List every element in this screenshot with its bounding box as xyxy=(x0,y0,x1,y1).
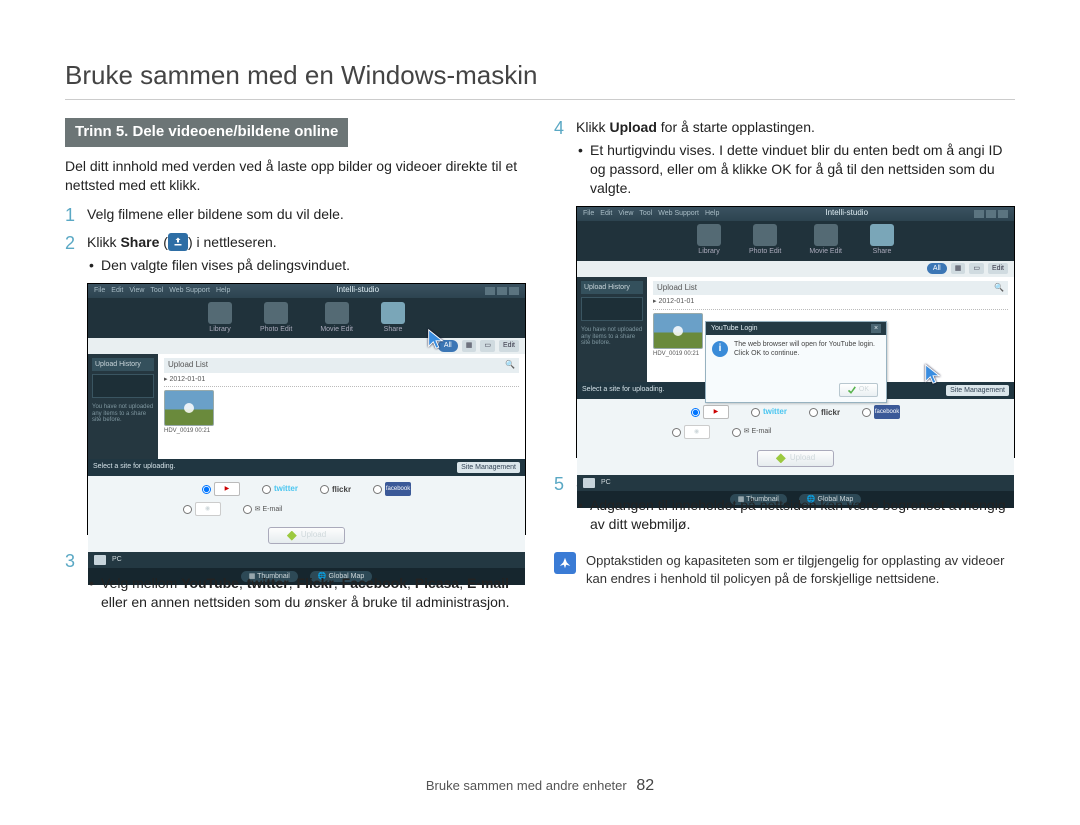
step-header: Trinn 5. Dele videoene/bildene online xyxy=(65,118,348,147)
step-4-post: for å starte opplastingen. xyxy=(657,119,815,135)
page-number: 82 xyxy=(636,777,654,794)
service-email: ✉ E-mail xyxy=(732,425,772,439)
upload-history-header: Upload History xyxy=(92,358,154,371)
history-empty-note: You have not uploaded any items to a sha… xyxy=(92,404,154,424)
step-4-bullet: Et hurtigvindu vises. I dette vinduet bl… xyxy=(576,141,1015,198)
tab-photo-edit: Photo Edit xyxy=(749,224,781,256)
step-2-bullet: Den valgte filen vises på delingsvinduet… xyxy=(87,256,526,275)
service-youtube: ▶ xyxy=(691,405,729,419)
step-2-post: i nettleseren. xyxy=(197,234,277,250)
service-flickr: flickr xyxy=(320,482,351,496)
service-picasa: ◉ xyxy=(183,502,221,516)
step-2-bold: Share xyxy=(120,234,159,250)
cursor-arrow-icon xyxy=(425,328,447,350)
step-number: 3 xyxy=(65,551,87,616)
note-icon xyxy=(554,552,576,574)
step-3-bullet: Velg mellom YouTube, twitter, Flickr, Fa… xyxy=(87,574,526,612)
search-icon: 🔍 xyxy=(505,360,515,371)
step-number: 5 xyxy=(554,474,576,539)
filter-video-chip: ▭ xyxy=(969,263,984,274)
app-logo: Intelli-studio xyxy=(825,208,868,219)
tab-photo-edit: Photo Edit xyxy=(260,302,292,334)
tab-share: Share xyxy=(381,302,405,334)
page-title: Bruke sammen med en Windows-maskin xyxy=(65,60,1015,100)
page-footer: Bruke sammen med andre enheter 82 xyxy=(0,777,1080,795)
thumbnail-label: HDV_0019 00:21 xyxy=(164,427,519,435)
right-column: 4 Klikk Upload for å starte opplastingen… xyxy=(554,118,1015,621)
app-screenshot-2: FileEditViewToolWeb SupportHelp Intelli-… xyxy=(576,206,1015,458)
close-icon: × xyxy=(871,324,881,333)
select-site-label: Select a site for uploading. xyxy=(93,462,176,473)
service-facebook: facebook xyxy=(862,405,900,419)
step-number: 4 xyxy=(554,118,576,468)
popup-line2: Click OK to continue. xyxy=(734,350,875,359)
pc-icon xyxy=(94,555,106,565)
step-number: 2 xyxy=(65,233,87,545)
filter-photo-chip: ▦ xyxy=(951,263,966,274)
service-flickr: flickr xyxy=(809,405,840,419)
step-1-text: Velg filmene eller bildene som du vil de… xyxy=(87,205,526,227)
site-management-button: Site Management xyxy=(946,385,1009,396)
app-menu-bar: FileEditViewToolWeb SupportHelp xyxy=(94,286,230,295)
video-thumbnail xyxy=(653,313,703,349)
login-popup: YouTube Login × i The web browser will op… xyxy=(705,321,887,403)
upload-button: Upload xyxy=(268,527,345,544)
service-twitter: twitter xyxy=(751,405,787,419)
pc-icon xyxy=(583,478,595,488)
filter-edit-chip: Edit xyxy=(988,263,1008,274)
app-logo: Intelli-studio xyxy=(336,285,379,296)
upload-history-header: Upload History xyxy=(581,281,643,294)
upload-date: ▸ 2012-01-01 xyxy=(653,295,1008,309)
share-icon xyxy=(168,233,188,251)
app-menu-bar: FileEditViewToolWeb SupportHelp xyxy=(583,209,719,218)
filter-all-pill: All xyxy=(927,263,947,274)
app-screenshot-1: FileEditViewToolWeb SupportHelp Intelli-… xyxy=(87,283,526,535)
filter-photo-chip: ▦ xyxy=(462,340,477,351)
tab-share: Share xyxy=(870,224,894,256)
service-picasa: ◉ xyxy=(672,425,710,439)
popup-line1: The web browser will open for YouTube lo… xyxy=(734,341,875,350)
upload-button: Upload xyxy=(757,450,834,467)
intro-text: Del ditt innhold med verden ved å laste … xyxy=(65,157,526,195)
service-email: ✉ E-mail xyxy=(243,502,283,516)
info-icon: i xyxy=(712,341,728,357)
tab-library: Library xyxy=(697,224,721,256)
search-icon: 🔍 xyxy=(994,283,1004,294)
filter-edit-chip: Edit xyxy=(499,340,519,351)
service-youtube: ▶ xyxy=(202,482,240,496)
step-number: 1 xyxy=(65,205,87,227)
pc-label: PC xyxy=(112,555,122,564)
left-column: Trinn 5. Dele videoene/bildene online De… xyxy=(65,118,526,621)
ok-button: OK xyxy=(839,383,878,396)
select-site-label: Select a site for uploading. xyxy=(582,385,665,396)
window-buttons xyxy=(974,210,1008,218)
service-twitter: twitter xyxy=(262,482,298,496)
step-5-bullet: Adgangen til inneholdet på nettsiden kan… xyxy=(576,496,1015,534)
cursor-arrow-icon xyxy=(922,363,944,385)
upload-list-header: Upload List xyxy=(168,360,208,371)
upload-date: ▸ 2012-01-01 xyxy=(164,373,519,387)
history-empty-note: You have not uploaded any items to a sha… xyxy=(581,327,643,347)
close-paren: ) xyxy=(188,234,197,250)
note-text: Opptakstiden og kapasiteten som er tilgj… xyxy=(586,552,1015,587)
site-management-button: Site Management xyxy=(457,462,520,473)
step-4-pre: Klikk xyxy=(576,119,609,135)
step-2-pre: Klikk xyxy=(87,234,120,250)
service-facebook: facebook xyxy=(373,482,411,496)
footer-section: Bruke sammen med andre enheter xyxy=(426,778,627,793)
window-buttons xyxy=(485,287,519,295)
history-item xyxy=(92,374,154,398)
pc-label: PC xyxy=(601,478,611,487)
tab-movie-edit: Movie Edit xyxy=(809,224,842,256)
step-4-bold: Upload xyxy=(609,119,656,135)
video-thumbnail xyxy=(164,390,214,426)
filter-video-chip: ▭ xyxy=(480,340,495,351)
tab-library: Library xyxy=(208,302,232,334)
history-item xyxy=(581,297,643,321)
popup-title: YouTube Login xyxy=(711,324,758,333)
upload-list-header: Upload List xyxy=(657,283,697,294)
tab-movie-edit: Movie Edit xyxy=(320,302,353,334)
